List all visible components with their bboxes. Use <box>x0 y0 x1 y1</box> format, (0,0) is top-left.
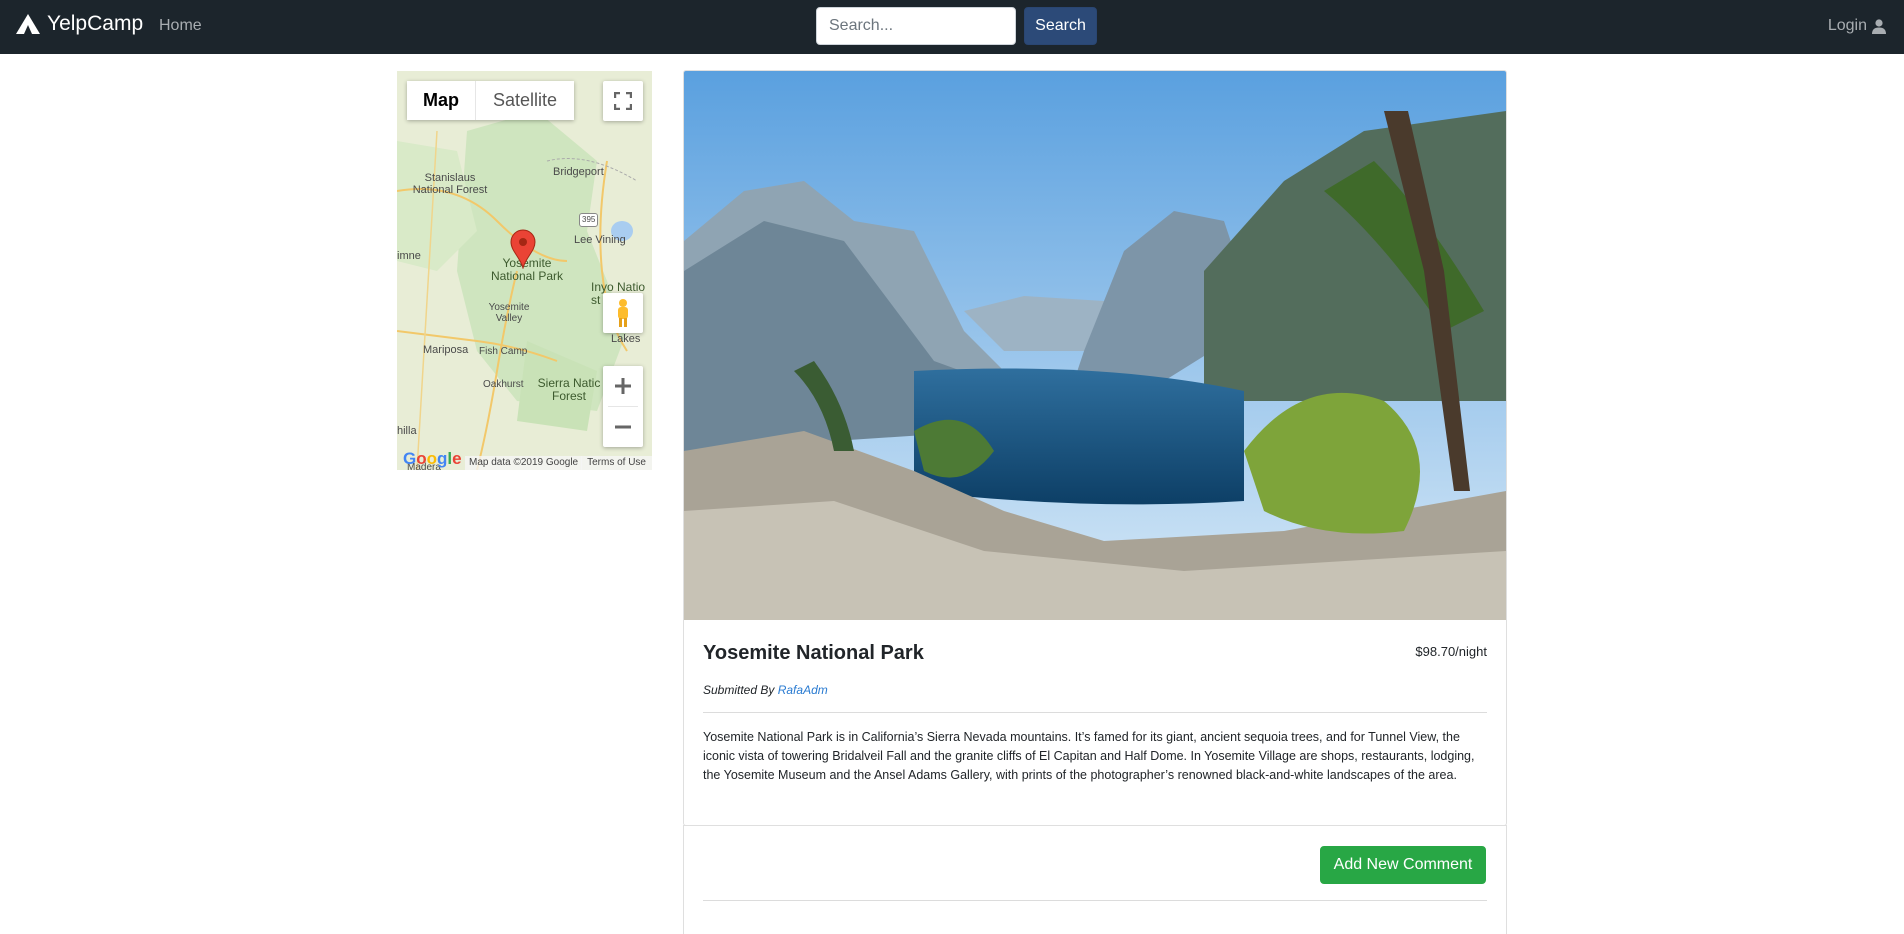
campground-title: Yosemite National Park <box>703 642 924 664</box>
user-icon <box>1872 18 1886 34</box>
zoom-control <box>603 366 643 447</box>
map-label-yosemite-valley: Yosemite Valley <box>488 302 530 324</box>
map-label-fish-camp: Fish Camp <box>479 346 528 357</box>
google-map[interactable]: Map Satellite Stanislaus National Forest… <box>397 71 652 470</box>
map-label-lee-vining: Lee Vining <box>574 234 626 246</box>
map-label-highway: 395 <box>579 213 599 227</box>
map-label-oakhurst: Oakhurst <box>483 379 524 390</box>
search-input[interactable] <box>816 7 1016 45</box>
comments-panel: Add New Comment <box>683 825 1507 934</box>
campground-description: Yosemite National Park is in California’… <box>703 730 1475 782</box>
map-tab-map[interactable]: Map <box>407 81 476 120</box>
login-label: Login <box>1827 17 1867 34</box>
submitted-by-label: Submitted By <box>703 683 775 697</box>
navbar: YelpCamp Home Search Login <box>0 0 1904 54</box>
nav-home-link[interactable]: Home <box>159 17 202 35</box>
search-button[interactable]: Search <box>1024 7 1097 45</box>
map-terms-link[interactable]: Terms of Use <box>581 456 652 470</box>
zoom-in-button[interactable] <box>603 366 643 406</box>
brand-link[interactable]: YelpCamp <box>15 12 143 36</box>
map-label-bridgeport: Bridgeport <box>553 166 604 178</box>
map-type-control: Map Satellite <box>407 81 574 120</box>
campground-price: $98.70/night <box>1415 644 1487 659</box>
add-comment-button[interactable]: Add New Comment <box>1320 846 1486 884</box>
fullscreen-button[interactable] <box>603 81 643 121</box>
map-label-mariposa: Mariposa <box>423 344 469 356</box>
login-link[interactable]: Login <box>1828 17 1886 35</box>
map-attribution: Map data ©2019 Google <box>465 456 583 470</box>
pegman-icon <box>618 299 628 327</box>
details-divider <box>703 712 1487 713</box>
zoom-out-button[interactable] <box>603 407 643 447</box>
minus-icon <box>615 425 631 429</box>
map-label-lakes: Lakes <box>611 333 641 345</box>
map-label-sierra-forest: Sierra Natic Forest <box>537 376 601 403</box>
map-label-imne: imne <box>397 250 421 262</box>
landscape-illustration <box>684 71 1506 620</box>
map-label-stanislaus: Stanislaus National Forest <box>412 172 488 196</box>
map-marker-icon[interactable] <box>510 229 536 269</box>
campground-card: Yosemite National Park $98.70/night Subm… <box>683 70 1507 826</box>
campground-image <box>684 71 1506 620</box>
submitted-by: Submitted By RafaAdm <box>703 683 828 697</box>
brand-name: YelpCamp <box>47 12 144 35</box>
map-footer: Google Map data ©2019 Google Terms of Us… <box>397 449 652 470</box>
street-view-button[interactable] <box>603 293 643 333</box>
map-tab-satellite[interactable]: Satellite <box>476 81 574 120</box>
map-label-hilla: hilla <box>397 425 417 437</box>
author-link[interactable]: RafaAdm <box>778 683 828 697</box>
tent-icon <box>16 14 40 34</box>
fullscreen-icon <box>614 92 632 110</box>
comments-divider <box>703 900 1487 901</box>
plus-icon <box>615 378 631 394</box>
google-logo: Google <box>403 449 462 468</box>
